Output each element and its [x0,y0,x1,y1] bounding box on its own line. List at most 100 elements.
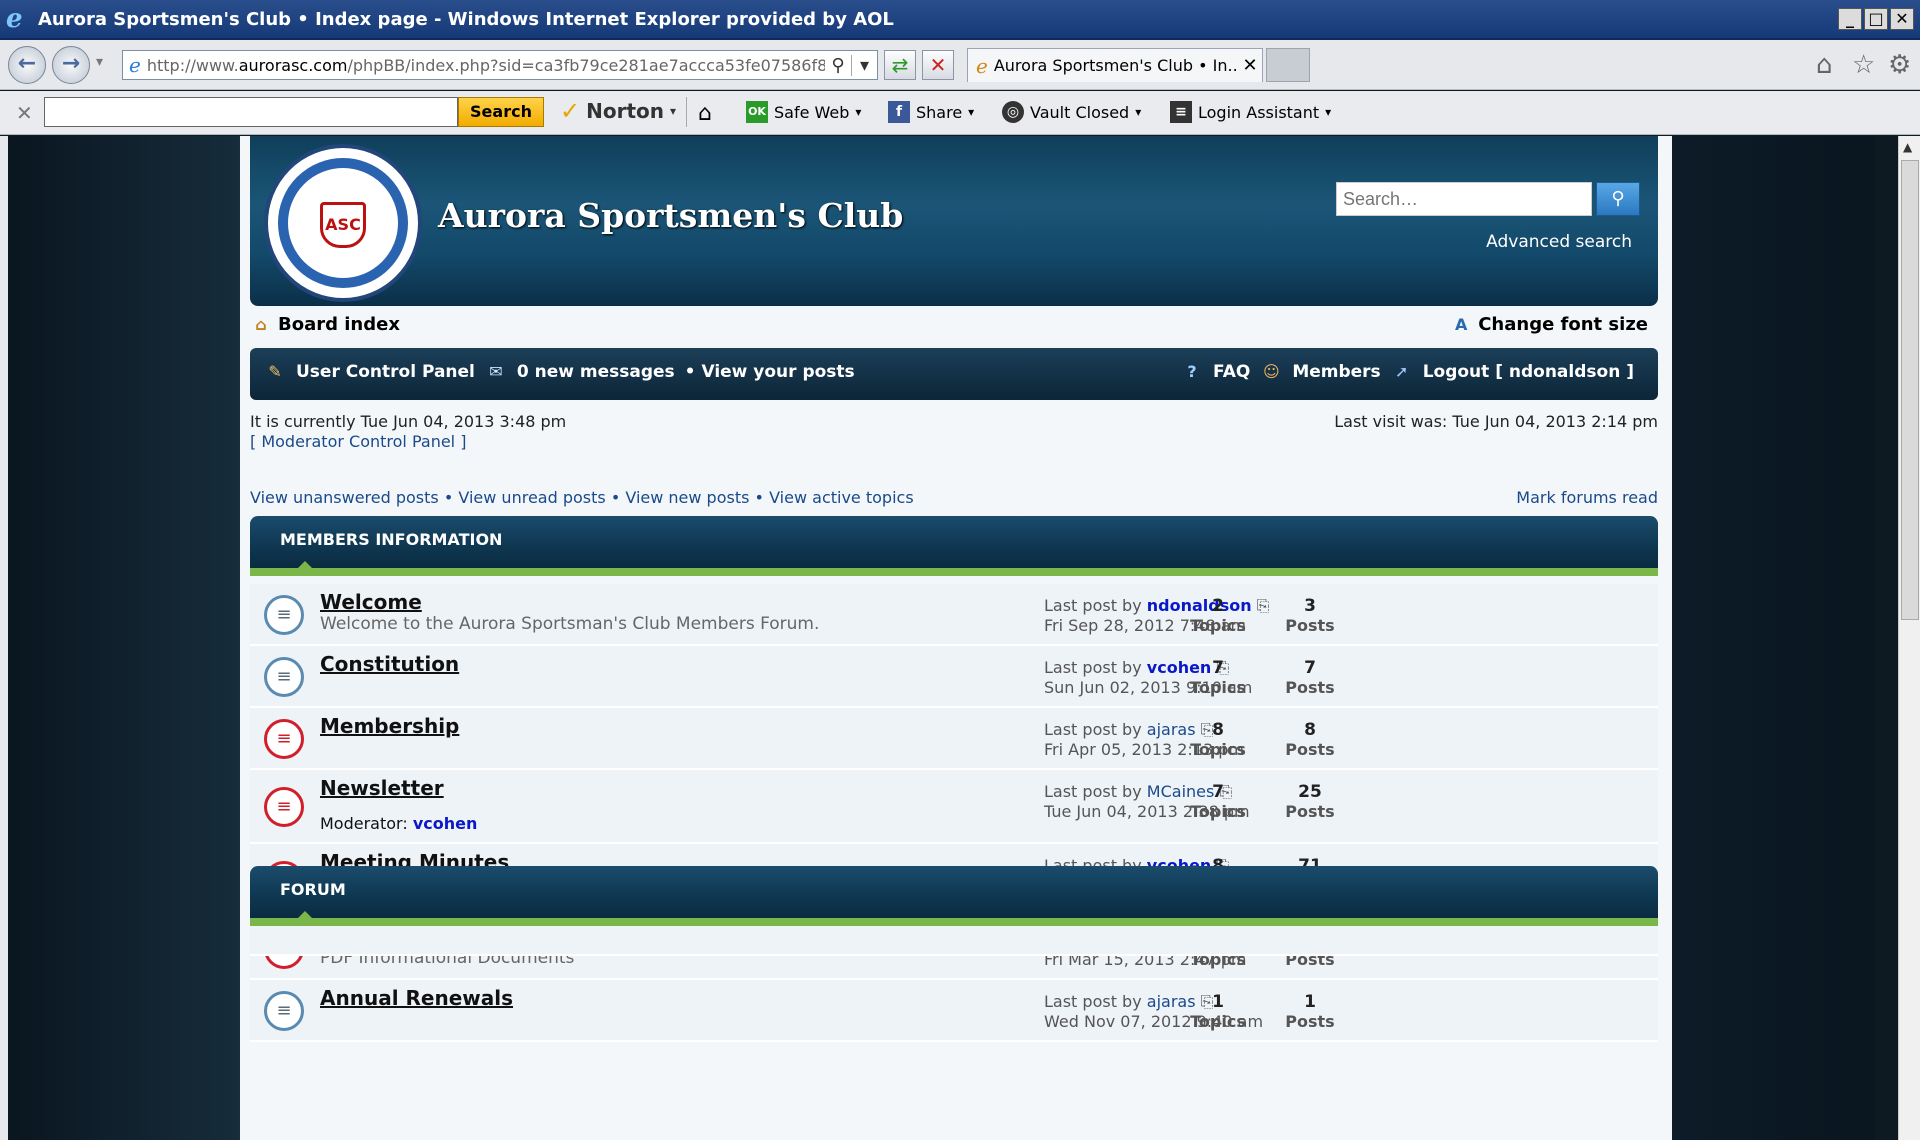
forum-row[interactable]: ≡ Newsletter Moderator: vcohen Last post by… [250,770,1658,844]
view-unanswered-link[interactable]: View unanswered posts [250,488,439,507]
scroll-up-icon[interactable]: ▲ [1903,140,1912,154]
back-button[interactable]: ← [8,46,46,84]
forum-read-icon: ≡ [264,657,304,697]
window-title: Aurora Sportsmen's Club • Index page - W… [38,8,894,30]
close-window-button[interactable]: ✕ [1890,8,1914,30]
members-icon: ☺ [1262,362,1280,381]
board-index-link[interactable]: ⌂ Board index [250,314,400,335]
members-link[interactable]: Members [1292,362,1380,382]
home-icon[interactable]: ⌂ [1816,50,1833,80]
vault-label: Vault Closed [1030,102,1130,122]
change-font-size-link[interactable]: A Change font size [1450,314,1648,335]
header-search-input[interactable] [1336,182,1592,216]
close-tab-icon[interactable]: ✕ [1238,55,1262,76]
forum-row[interactable]: ≡ Constitution Last post by vcohen ⎘ Sun Ju… [250,646,1658,708]
topics-count: 2 Topics [1178,596,1258,636]
category-label[interactable]: MEMBERS INFORMATION [280,530,502,549]
forum-row[interactable]: ≡ Membership Last post by ajaras ⎘ Fri Apr … [250,708,1658,770]
new-messages-link[interactable]: 0 new messages [517,362,675,382]
forum-row[interactable]: ≡ Annual Renewals Last post by ajaras ⎘ Wed… [250,980,1658,1042]
stop-button[interactable]: ✕ [922,50,954,80]
link-separator: • [754,488,770,507]
aol-norton-toolbar: ✕ Search ✓ Norton ▾ ⌂ OK Safe Web ▾ f Shar… [0,91,1920,135]
new-tab-button[interactable] [1266,48,1310,82]
view-latest-post-icon[interactable]: ⎘ [1257,596,1270,615]
navigation-bar: ← → ▾ e http://www.aurorasc.com/phpBB/in… [0,40,1920,90]
forum-title-link[interactable]: Welcome [320,590,422,614]
tab-aurora[interactable]: e Aurora Sportsmen's Club • In... ✕ [967,48,1263,82]
favorites-star-icon[interactable]: ☆ [1852,50,1875,80]
posts-label: Posts [1285,1012,1335,1031]
toolbar-divider [686,97,687,127]
view-active-topics-link[interactable]: View active topics [769,488,914,507]
window-titlebar: e Aurora Sportsmen's Club • Index page -… [0,0,1920,40]
user-control-panel-icon: ✎ [268,362,282,381]
posts-value: 25 [1298,782,1322,802]
topics-label: Topics [1190,616,1246,635]
safe-web-menu[interactable]: OK Safe Web ▾ [746,101,861,123]
scrollbar-thumb[interactable] [1901,160,1919,620]
vertical-scrollbar[interactable]: ▲ [1898,136,1920,1140]
moderator-label: Moderator: [320,814,408,833]
font-size-icon: A [1455,314,1468,334]
last-post-by-label: Last post by [1044,992,1142,1011]
posts-value: 3 [1304,596,1316,616]
topics-label: Topics [1190,678,1246,697]
last-post-by-label: Last post by [1044,658,1142,677]
link-separator: • [443,488,459,507]
login-dropdown-icon: ▾ [1325,105,1332,119]
logout-link[interactable]: Logout [ ndonaldson ] [1423,362,1634,382]
topics-value: 2 [1212,596,1224,616]
posts-count: 1 Posts [1270,992,1350,1032]
toolbar-search-input[interactable] [44,97,458,127]
facebook-icon: f [888,101,910,123]
header-search-button[interactable]: ⚲ [1596,182,1640,216]
share-menu[interactable]: f Share ▾ [888,101,974,123]
window-controls: _ □ ✕ [1838,8,1914,30]
advanced-search-link[interactable]: Advanced search [1486,232,1632,252]
posts-count: 25 Posts [1270,782,1350,822]
history-dropdown-icon[interactable]: ▾ [96,54,103,70]
view-new-posts-link[interactable]: View new posts [625,488,749,507]
vault-menu[interactable]: ◎ Vault Closed ▾ [1002,101,1141,123]
toolbar-home-icon[interactable]: ⌂ [698,101,712,126]
view-your-posts-link[interactable]: • View your posts [685,362,855,382]
maximize-button[interactable]: □ [1864,8,1888,30]
moderator-link[interactable]: vcohen [413,814,478,833]
posts-label: Posts [1285,802,1335,821]
toolbar-search-button[interactable]: Search [458,97,544,127]
url-text[interactable]: http://www.aurorasc.com/phpBB/index.php?… [147,56,825,75]
topics-value: 7 [1212,658,1224,678]
forum-title-link[interactable]: Membership [320,714,459,738]
norton-menu[interactable]: ✓ Norton ▾ [560,97,676,125]
share-dropdown-icon: ▾ [968,105,975,119]
forum-title-link[interactable]: Newsletter [320,776,444,800]
forum-title-link[interactable]: Constitution [320,652,459,676]
close-toolbar-icon[interactable]: ✕ [16,101,33,125]
last-visit: Last visit was: Tue Jun 04, 2013 2:14 pm [1334,412,1658,431]
refresh-button[interactable]: ⇄ [884,50,916,80]
forward-button[interactable]: → [52,46,90,84]
mark-forums-read-link[interactable]: Mark forums read [1516,488,1658,507]
forum-title-link[interactable]: Annual Renewals [320,986,513,1010]
address-dropdown-icon[interactable]: ▾ [851,54,877,76]
site-name[interactable]: Aurora Sportsmen's Club [438,196,903,235]
topics-count: 1 Topics [1178,992,1258,1032]
breadcrumb: ⌂ Board index A Change font size [250,314,1658,344]
login-assistant-menu[interactable]: ≡ Login Assistant ▾ [1170,101,1331,123]
moderator-control-panel-link[interactable]: [ Moderator Control Panel ] [250,432,466,451]
topics-count: 8Topics [1178,720,1258,760]
minimize-button[interactable]: _ [1838,8,1862,30]
user-control-panel-link[interactable]: User Control Panel [296,362,475,382]
address-bar[interactable]: e http://www.aurorasc.com/phpBB/index.ph… [122,50,878,80]
tab-favicon-icon: e [976,53,988,78]
faq-link[interactable]: FAQ [1213,362,1250,382]
messages-icon: ✉ [489,362,503,381]
tools-gear-icon[interactable]: ⚙ [1888,50,1911,80]
category-label[interactable]: FORUM [280,880,346,899]
search-icon[interactable]: ⚲ [825,55,851,76]
view-unread-link[interactable]: View unread posts [458,488,605,507]
forum-row[interactable]: ≡ Welcome Welcome to the Aurora Sportsman'… [250,584,1658,646]
club-logo[interactable]: ASC [264,144,422,302]
category-header: FORUM [250,866,1658,926]
